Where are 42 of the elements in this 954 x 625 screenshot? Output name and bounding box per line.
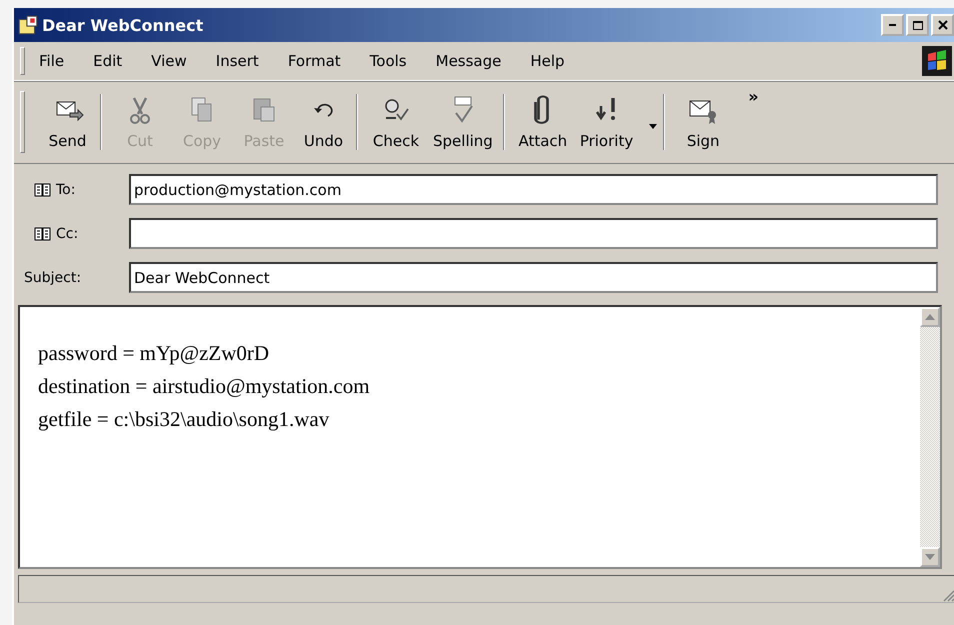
scroll-up-button[interactable] [920,307,940,327]
menu-item[interactable]: View [151,52,187,70]
toolbar-button[interactable]: Undo [295,94,357,150]
down-arrow-icon [925,554,935,560]
menu-item[interactable]: File [39,52,64,70]
close-icon [938,20,948,30]
body-line: password = mYp@zZw0rD [38,340,270,367]
toolbar-button[interactable]: Attach [512,94,574,150]
resize-grip-icon[interactable] [941,588,954,602]
field-label: Subject: [24,270,82,286]
menu-item[interactable]: Help [530,52,565,70]
caret-icon [649,124,658,129]
menu-item[interactable]: Message [436,52,502,70]
menu-item[interactable]: Tools [370,52,407,70]
close-button[interactable] [931,14,954,36]
input-field[interactable]: Dear WebConnect [129,262,938,293]
address-book-icon[interactable] [34,182,52,198]
input-field[interactable]: production@mystation.com [129,174,938,205]
scroll-bar[interactable] [920,307,940,567]
toolbar-button[interactable]: Sign [672,94,734,150]
field-label: Cc: [56,226,78,242]
toolbar-button[interactable]: Spelling [427,94,504,150]
maximize-button[interactable] [906,14,929,36]
toolbar-overflow[interactable]: » [748,87,759,106]
address-book-icon[interactable] [34,226,52,242]
menu-item[interactable]: Edit [93,52,122,70]
body-line: destination = airstudio@mystation.com [38,373,371,400]
input-field[interactable] [129,218,938,249]
scroll-down-button[interactable] [920,547,940,567]
windows-flag-icon [922,46,952,76]
up-arrow-icon [925,314,935,320]
minimize-button[interactable] [881,14,904,36]
toolbar-button[interactable]: Check [365,94,427,150]
field-label: To: [56,182,76,198]
minimize-icon [889,24,896,26]
menu-item[interactable]: Insert [216,52,259,70]
maximize-icon [912,20,922,30]
toolbar-button[interactable]: Send [39,94,101,150]
body-line: getfile = c:\bsi32\audio\song1.wav [38,406,330,433]
toolbar-button[interactable]: Priority [574,94,664,150]
menu-item[interactable]: Format [288,52,341,70]
window-title: Dear WebConnect [42,16,204,34]
